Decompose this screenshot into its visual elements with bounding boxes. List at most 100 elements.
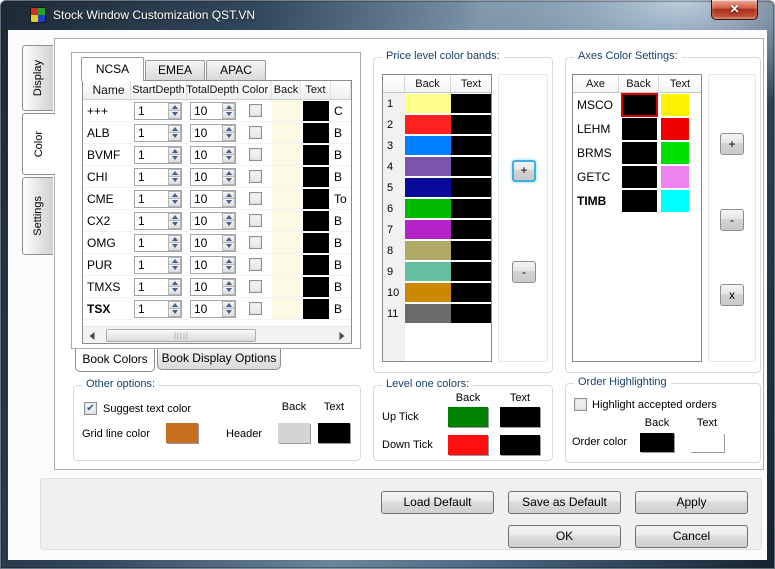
scroll-left-icon[interactable]	[84, 328, 100, 343]
horizontal-scrollbar[interactable]	[83, 326, 351, 343]
color-checkbox[interactable]	[249, 126, 262, 139]
spinner-value[interactable]: 10	[191, 147, 222, 163]
add-band-button[interactable]: +	[512, 160, 536, 182]
back-color-cell[interactable]	[272, 276, 301, 297]
close-button[interactable]: ✕	[711, 0, 758, 20]
spinner-down-icon[interactable]	[222, 309, 235, 317]
region-tab-emea[interactable]: EMEA	[145, 60, 205, 80]
back-color-cell[interactable]	[272, 210, 301, 231]
spinner-down-icon[interactable]	[222, 287, 235, 295]
back-color-cell[interactable]	[272, 144, 301, 165]
spinner-up-icon[interactable]	[222, 234, 235, 243]
color-checkbox[interactable]	[249, 258, 262, 271]
axe-name[interactable]: LEHM	[573, 122, 619, 136]
region-tab-apac[interactable]: APAC	[206, 60, 266, 80]
back-color-cell[interactable]	[272, 232, 301, 253]
spinner-up-icon[interactable]	[168, 212, 181, 221]
startdepth-spinner[interactable]: 1	[134, 123, 182, 142]
color-checkbox[interactable]	[249, 302, 262, 315]
axe-name[interactable]: TIMB	[573, 194, 619, 208]
spinner-up-icon[interactable]	[222, 212, 235, 221]
symbol-name[interactable]: ALB	[83, 122, 131, 143]
text-color-swatch[interactable]	[303, 100, 329, 121]
tab-color[interactable]: Color	[22, 113, 55, 175]
spinner-up-icon[interactable]	[222, 146, 235, 155]
band-back-swatch[interactable]	[405, 241, 451, 260]
spinner-down-icon[interactable]	[168, 199, 181, 207]
header-back-swatch[interactable]	[278, 423, 310, 443]
color-checkbox[interactable]	[249, 192, 262, 205]
spinner-up-icon[interactable]	[168, 190, 181, 199]
spinner-up-icon[interactable]	[168, 300, 181, 309]
spinner-value[interactable]: 1	[135, 103, 168, 119]
spinner-value[interactable]: 1	[135, 257, 168, 273]
axe-name[interactable]: MSCO	[573, 98, 619, 112]
startdepth-spinner[interactable]: 1	[134, 189, 182, 208]
axe-text-swatch[interactable]	[661, 190, 689, 212]
spinner-down-icon[interactable]	[168, 111, 181, 119]
text-color-swatch[interactable]	[303, 144, 329, 165]
startdepth-spinner[interactable]: 1	[134, 145, 182, 164]
startdepth-spinner[interactable]: 1	[134, 211, 182, 230]
band-back-swatch[interactable]	[405, 220, 451, 239]
highlight-accepted-orders-checkbox[interactable]	[574, 398, 587, 411]
color-checkbox[interactable]	[249, 280, 262, 293]
tab-display[interactable]: Display	[22, 45, 53, 111]
up-tick-text-swatch[interactable]	[500, 407, 540, 427]
spinner-down-icon[interactable]	[222, 177, 235, 185]
text-color-swatch[interactable]	[303, 188, 329, 209]
band-back-swatch[interactable]	[405, 94, 451, 113]
startdepth-spinner[interactable]: 1	[134, 101, 182, 120]
apply-button[interactable]: Apply	[635, 491, 748, 514]
band-back-swatch[interactable]	[405, 136, 451, 155]
spinner-up-icon[interactable]	[168, 102, 181, 111]
text-color-swatch[interactable]	[303, 210, 329, 231]
spinner-up-icon[interactable]	[168, 124, 181, 133]
back-color-cell[interactable]	[272, 100, 301, 121]
spinner-value[interactable]: 10	[191, 213, 222, 229]
spinner-up-icon[interactable]	[222, 124, 235, 133]
totaldepth-spinner[interactable]: 10	[190, 299, 236, 318]
spinner-value[interactable]: 1	[135, 125, 168, 141]
totaldepth-spinner[interactable]: 10	[190, 145, 236, 164]
startdepth-spinner[interactable]: 1	[134, 233, 182, 252]
axe-back-swatch[interactable]	[621, 118, 657, 140]
axe-back-swatch[interactable]	[621, 190, 657, 212]
spinner-value[interactable]: 10	[191, 279, 222, 295]
spinner-up-icon[interactable]	[222, 190, 235, 199]
spinner-down-icon[interactable]	[222, 111, 235, 119]
band-text-swatch[interactable]	[451, 220, 491, 239]
load-default-button[interactable]: Load Default	[381, 491, 494, 514]
spinner-down-icon[interactable]	[168, 265, 181, 273]
text-color-swatch[interactable]	[303, 276, 329, 297]
symbol-name[interactable]: OMG	[83, 232, 131, 253]
down-tick-back-swatch[interactable]	[448, 435, 488, 455]
band-text-swatch[interactable]	[451, 199, 491, 218]
symbol-name[interactable]: CHI	[83, 166, 131, 187]
spinner-value[interactable]: 1	[135, 235, 168, 251]
startdepth-spinner[interactable]: 1	[134, 255, 182, 274]
symbol-name[interactable]: BVMF	[83, 144, 131, 165]
spinner-up-icon[interactable]	[168, 234, 181, 243]
spinner-up-icon[interactable]	[222, 278, 235, 287]
add-axe-button[interactable]: +	[720, 133, 744, 155]
spinner-value[interactable]: 1	[135, 191, 168, 207]
band-text-swatch[interactable]	[451, 241, 491, 260]
spinner-down-icon[interactable]	[222, 133, 235, 141]
spinner-value[interactable]: 1	[135, 213, 168, 229]
symbol-name[interactable]: CX2	[83, 210, 131, 231]
bottom-tab-book-colors[interactable]: Book Colors	[75, 349, 155, 372]
title-bar[interactable]: Stock Window Customization QST.VN ✕	[0, 0, 775, 30]
spinner-down-icon[interactable]	[168, 177, 181, 185]
scroll-right-icon[interactable]	[334, 328, 350, 343]
back-color-cell[interactable]	[272, 166, 301, 187]
spinner-value[interactable]: 10	[191, 191, 222, 207]
spinner-value[interactable]: 10	[191, 301, 222, 317]
tab-settings[interactable]: Settings	[22, 177, 53, 255]
band-back-swatch[interactable]	[405, 157, 451, 176]
spinner-up-icon[interactable]	[222, 168, 235, 177]
totaldepth-spinner[interactable]: 10	[190, 211, 236, 230]
totaldepth-spinner[interactable]: 10	[190, 189, 236, 208]
suggest-text-color-checkbox[interactable]: ✔	[84, 402, 97, 415]
back-color-cell[interactable]	[272, 298, 301, 319]
